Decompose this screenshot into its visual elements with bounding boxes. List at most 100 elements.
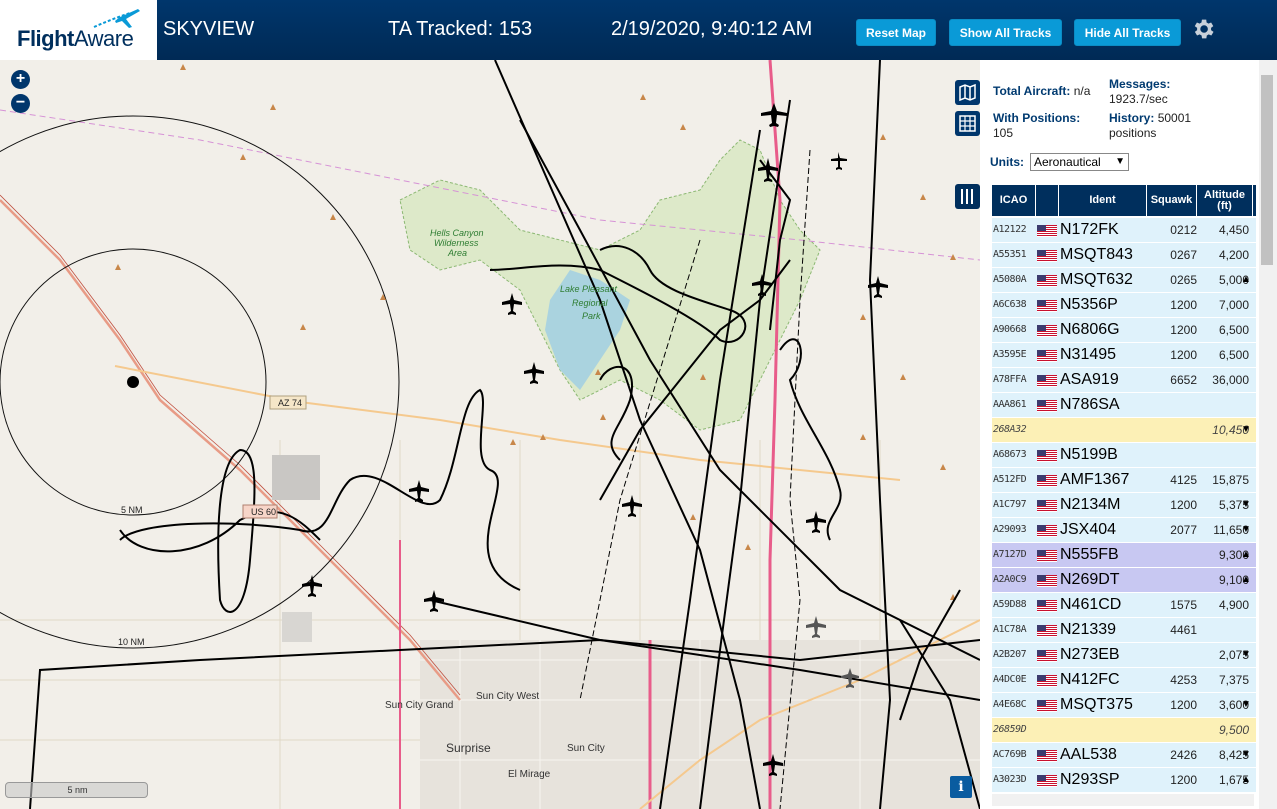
- gear-icon[interactable]: [1190, 16, 1216, 42]
- table-row[interactable]: A7127D N555FB 9,300 ▲: [992, 543, 1256, 568]
- show-all-tracks-button[interactable]: Show All Tracks: [949, 19, 1062, 46]
- units-select-value: Aeronautical: [1034, 155, 1101, 169]
- col-altitude[interactable]: Altitude (ft): [1197, 185, 1253, 216]
- icao-cell: A90668: [993, 324, 1027, 335]
- scrollbar-thumb[interactable]: [1261, 75, 1273, 265]
- table-row[interactable]: A29093 JSX404 2077 11,650 ▼: [992, 518, 1256, 543]
- hide-all-tracks-button[interactable]: Hide All Tracks: [1074, 19, 1181, 46]
- squawk-cell: 1575: [1170, 598, 1197, 612]
- icao-cell: A78FFA: [993, 374, 1027, 385]
- history-stat: History: 50001 positions: [1109, 111, 1191, 141]
- table-row[interactable]: A4DC0E N412FC 4253 7,375: [992, 668, 1256, 693]
- squawk-cell: 2077: [1170, 523, 1197, 537]
- us-flag-icon: [1037, 250, 1057, 262]
- table-row[interactable]: A3023D N293SP 1200 1,675 ▲: [992, 768, 1256, 793]
- squawk-cell: 0267: [1170, 248, 1197, 262]
- label-us60: US 60: [251, 507, 276, 517]
- table-row[interactable]: A1C78A N21339 4461: [992, 618, 1256, 643]
- history-value: 50001: [1157, 111, 1192, 125]
- table-row[interactable]: 26859D 9,500: [992, 718, 1256, 743]
- aircraft-table-body: A12122 N172FK 0212 4,450 A55351 MSQT843 0267 4,…: [992, 218, 1256, 793]
- map-layers-button[interactable]: [955, 80, 980, 105]
- grid-toggle-button[interactable]: [955, 111, 980, 136]
- descend-arrow-icon: ▼: [1241, 749, 1251, 760]
- table-horizontal-scrollbar[interactable]: [992, 794, 1254, 806]
- table-row[interactable]: A68673 N5199B: [992, 443, 1256, 468]
- descend-arrow-icon: ▼: [1241, 499, 1251, 510]
- us-flag-icon: [1037, 750, 1057, 762]
- col-altitude-label: Altitude: [1204, 188, 1245, 201]
- table-row[interactable]: A3595E N31495 1200 6,500: [992, 343, 1256, 368]
- aircraft-panel: Total Aircraft: n/a With Positions: 105 M…: [980, 60, 1277, 809]
- ident-cell: N555FB: [1060, 546, 1119, 563]
- ident-cell: N5199B: [1060, 446, 1118, 463]
- us60-road: [0, 199, 461, 701]
- ident-cell: N2134M: [1060, 496, 1121, 513]
- squawk-cell: 1200: [1170, 323, 1197, 337]
- icao-cell: A68673: [993, 449, 1027, 460]
- ident-cell: AMF1367: [1060, 471, 1130, 488]
- climb-arrow-icon: ▲: [1241, 549, 1251, 560]
- zoom-in-button[interactable]: +: [11, 70, 30, 89]
- table-row[interactable]: A1C797 N2134M 1200 5,375 ▼: [992, 493, 1256, 518]
- squawk-cell: 0212: [1170, 223, 1197, 237]
- label-area: Area: [447, 248, 467, 258]
- us-flag-icon: [1037, 600, 1057, 612]
- icao-cell: A2B207: [993, 649, 1027, 660]
- table-row[interactable]: A5080A MSQT632 0265 5,000 ▲: [992, 268, 1256, 293]
- flightaware-logo[interactable]: FlightAware: [0, 0, 157, 60]
- table-row[interactable]: A78FFA ASA919 6652 36,000: [992, 368, 1256, 393]
- icao-cell: A2A0C9: [993, 574, 1027, 585]
- us-flag-icon: [1037, 450, 1057, 462]
- units-select[interactable]: Aeronautical ▼: [1030, 153, 1129, 171]
- table-row[interactable]: A12122 N172FK 0212 4,450: [992, 218, 1256, 243]
- table-row[interactable]: 268A32 10,450 ▼: [992, 418, 1256, 443]
- table-row[interactable]: A4E68C MSQT375 1200 3,600 ▼: [992, 693, 1256, 718]
- ident-cell: N172FK: [1060, 221, 1119, 238]
- map-view[interactable]: Hells Canyon Wilderness Area Lake Pleasa…: [0, 60, 980, 809]
- altitude-cell: [1197, 618, 1249, 642]
- squawk-cell: [1147, 418, 1197, 442]
- scale-label: 5 nm: [67, 785, 88, 795]
- columns-toggle-button[interactable]: [955, 184, 980, 209]
- table-row[interactable]: A55351 MSQT843 0267 4,200: [992, 243, 1256, 268]
- icao-cell: A12122: [993, 224, 1027, 235]
- table-row[interactable]: A90668 N6806G 1200 6,500: [992, 318, 1256, 343]
- header-bar: FlightAware SKYVIEW TA Tracked: 153 2/19…: [0, 0, 1277, 60]
- map-canvas[interactable]: Hells Canyon Wilderness Area Lake Pleasa…: [0, 60, 980, 809]
- ident-cell: AAL538: [1060, 746, 1117, 763]
- table-row[interactable]: A59D88 N461CD 1575 4,900: [992, 593, 1256, 618]
- us-flag-icon: [1037, 375, 1057, 387]
- ident-cell: N269DT: [1060, 571, 1120, 588]
- zoom-out-button[interactable]: −: [11, 94, 30, 113]
- ident-cell: N412FC: [1060, 671, 1120, 688]
- label-lake1: Lake Pleasant: [560, 284, 618, 294]
- col-ident[interactable]: Ident: [1059, 185, 1147, 216]
- messages-label: Messages:: [1109, 77, 1171, 91]
- icao-cell: A3023D: [993, 774, 1027, 785]
- us-flag-icon: [1037, 575, 1057, 587]
- table-row[interactable]: A6C638 N5356P 1200 7,000: [992, 293, 1256, 318]
- label-lake3: Park: [582, 311, 601, 321]
- table-row[interactable]: AC769B AAL538 2426 8,425 ▼: [992, 743, 1256, 768]
- logo-flight: Flight: [17, 26, 74, 51]
- info-button[interactable]: i: [950, 776, 972, 798]
- us-flag-icon: [1037, 625, 1057, 637]
- ident-cell: N293SP: [1060, 771, 1120, 788]
- squawk-cell: 4253: [1170, 673, 1197, 687]
- reset-map-button[interactable]: Reset Map: [856, 19, 936, 46]
- ident-cell: N31495: [1060, 346, 1117, 363]
- label-sun-city: Sun City: [567, 743, 605, 754]
- table-row[interactable]: A2A0C9 N269DT 9,100 ▲: [992, 568, 1256, 593]
- icao-cell: A512FD: [993, 474, 1027, 485]
- squawk-cell: 4125: [1170, 473, 1197, 487]
- col-flag[interactable]: [1036, 185, 1059, 216]
- panel-scrollbar[interactable]: [1259, 60, 1277, 809]
- table-row[interactable]: A2B207 N273EB 2,075 ▼: [992, 643, 1256, 668]
- table-row[interactable]: A512FD AMF1367 4125 15,875: [992, 468, 1256, 493]
- col-squawk[interactable]: Squawk: [1147, 185, 1197, 216]
- col-icao[interactable]: ICAO: [992, 185, 1036, 216]
- table-row[interactable]: AAA861 N786SA: [992, 393, 1256, 418]
- grid-icon: [959, 115, 976, 132]
- altitude-cell: [1197, 393, 1249, 417]
